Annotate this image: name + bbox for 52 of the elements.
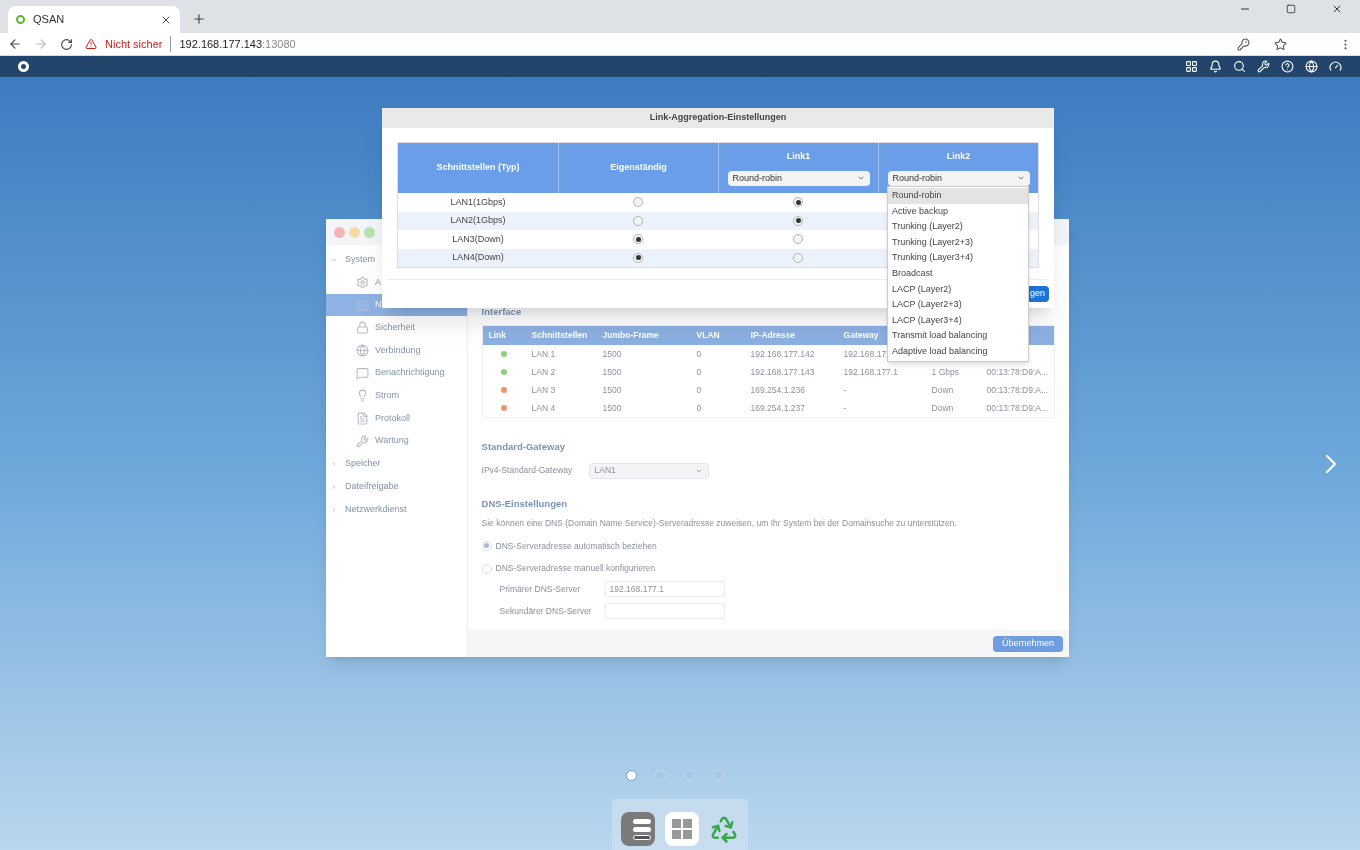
security-label: Nicht sicher [105, 35, 172, 53]
field-label: IPv4-Standard-Gateway [481, 464, 574, 477]
url-text: 192.168.177.143:13080 [179, 36, 296, 52]
table-cell: - [843, 384, 847, 395]
table-cell: 192.168.177.143 [750, 366, 815, 377]
table-cell: LAN 4 [531, 402, 556, 413]
column-header: Gateway [843, 330, 879, 341]
field-label: Primärer DNS-Server [499, 582, 582, 596]
column-header: Link2 [946, 150, 971, 164]
column-header: VLAN [696, 330, 720, 341]
table-cell: LAN 2 [531, 366, 556, 377]
column-header: Schnittstellen [531, 330, 588, 341]
table-cell: 1500 [602, 402, 622, 413]
table-cell: 0 [696, 384, 702, 395]
table-cell: 00:13:78:D9:A... [986, 366, 1048, 377]
interface-name: LAN3(Down) [452, 232, 504, 246]
table-cell: Down [931, 384, 954, 395]
table-cell: 192.168.177.142 [750, 348, 815, 359]
table-cell: 00:13:78:D9:A... [986, 384, 1048, 395]
interface-name: LAN1(1Gbps) [450, 195, 506, 209]
interface-name: LAN2(1Gbps) [450, 214, 506, 227]
table-cell: LAN 3 [531, 384, 556, 395]
column-header: Link [488, 330, 507, 341]
table-cell: 192.168.17 [843, 348, 887, 359]
table-cell: 169.254.1.236 [750, 384, 805, 395]
table-cell: 1 Gbps [931, 366, 959, 377]
section-title: DNS-Einstellungen [481, 496, 569, 511]
table-cell: 1500 [602, 366, 622, 377]
column-header: Eigenständig [610, 161, 667, 175]
table-cell: LAN 1 [531, 348, 556, 359]
table-cell: 00:13:78:D9:A... [986, 402, 1048, 413]
tab-title: QSAN [33, 12, 66, 28]
table-cell: 1500 [602, 348, 622, 359]
field-label: Sekundärer DNS-Server [499, 604, 593, 618]
table-cell: 0 [696, 402, 702, 413]
column-header: Jumbo-Frame [602, 330, 659, 341]
dns-description: Sie können eine DNS (Domain Name Service)-Serveradresse zuweisen, um Ihr System bei der Domainsuche zu unterstützen. [481, 516, 958, 530]
column-header: Link1 [786, 150, 811, 164]
dialog-title: Link-Aggregation-Einstellungen [382, 108, 1054, 128]
column-header: IP-Adresse [750, 330, 795, 341]
table-cell: 192.168.177.1 [843, 366, 898, 377]
table-cell: 169.254.1.237 [750, 402, 805, 413]
interface-name: LAN4(Down) [452, 251, 504, 264]
table-cell: 0 [696, 366, 702, 377]
table-cell: - [843, 402, 847, 413]
table-cell: 0 [696, 348, 702, 359]
table-cell: 1500 [602, 384, 622, 395]
table-cell: Down [931, 402, 954, 413]
section-title: Standard-Gateway [481, 440, 566, 455]
column-header: Schnittstellen (Typ) [436, 161, 520, 175]
radio-label: DNS-Serveradresse manuell konfigurieren [495, 562, 656, 575]
radio-label: DNS-Serveradresse automatisch beziehen [495, 539, 657, 553]
